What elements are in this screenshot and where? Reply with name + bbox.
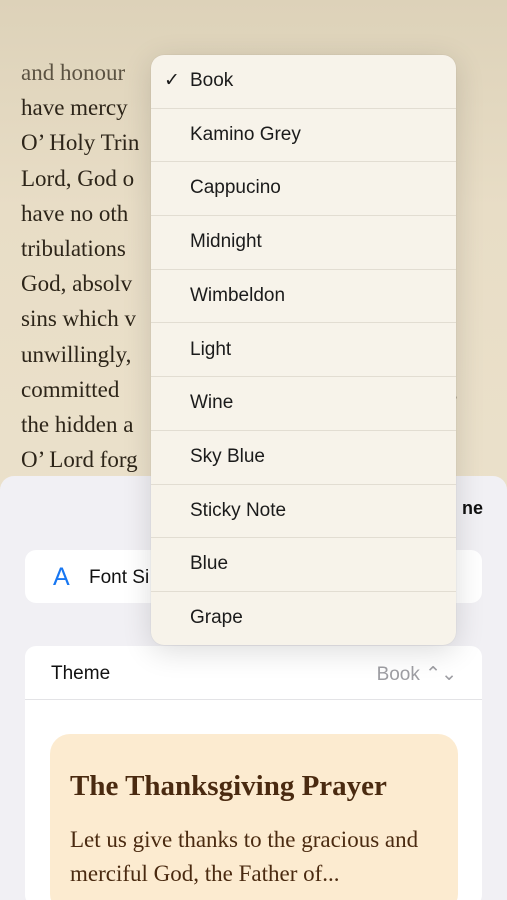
menu-item-sky-blue[interactable]: Sky Blue [151,431,456,485]
book-line: tribulations [21,236,126,261]
menu-item-label: Book [190,70,234,91]
preview-body: Let us give thanks to the gracious and m… [70,827,419,886]
book-line: have mercy [21,95,128,121]
book-line: O’ Lord forg [21,447,138,473]
font-size-icon: A [53,563,70,591]
preview-title: The Thanksgiving Prayer [70,770,387,802]
menu-item-light[interactable]: Light [151,324,456,378]
book-line: and honour [21,60,126,85]
book-line: sins which v [21,306,136,332]
book-line: committed [21,376,120,402]
menu-item-label: Cappucino [190,177,281,199]
done-button[interactable]: ne [462,498,483,519]
theme-divider [25,699,482,700]
theme-label: Theme [51,663,111,684]
theme-dropdown-menu: ✓ Book Kamino Grey Cappucino Midnight Wimbeld… [151,55,456,645]
book-line: have no oth [21,200,129,226]
menu-item-label: Sticky Note [190,499,287,521]
menu-item-midnight[interactable]: Midnight [151,216,456,270]
menu-item-blue[interactable]: Blue [151,538,456,592]
menu-item-label: Wimbeldon [190,284,286,306]
menu-item-label: Blue [190,553,229,575]
menu-item-label: Grape [190,607,243,628]
checkmark-icon: ✓ [164,70,180,91]
menu-item-kamino-grey[interactable]: Kamino Grey [151,109,456,163]
book-line: Lord, God o [21,165,135,191]
menu-item-label: Light [190,338,232,360]
theme-selector[interactable]: Book ⌃⌄ [377,663,457,686]
font-size-label: Font Si [89,567,150,588]
menu-item-label: Midnight [190,231,262,253]
menu-item-label: Sky Blue [190,445,265,467]
menu-item-cappucino[interactable]: Cappucino [151,162,456,217]
menu-item-wimbeldon[interactable]: Wimbeldon [151,270,456,324]
menu-item-label: Wine [190,392,234,414]
menu-item-label: Kamino Grey [190,123,301,145]
book-line: unwillingly, [21,341,132,367]
menu-item-sticky-note[interactable]: Sticky Note [151,485,456,539]
menu-item-grape[interactable]: Grape [151,592,456,645]
menu-item-book[interactable]: ✓ Book [151,55,456,109]
book-line: God, absolv [21,271,133,297]
book-line: O’ Holy Trin [21,130,140,156]
book-line: the hidden a [21,412,134,437]
menu-item-wine[interactable]: Wine [151,377,456,431]
